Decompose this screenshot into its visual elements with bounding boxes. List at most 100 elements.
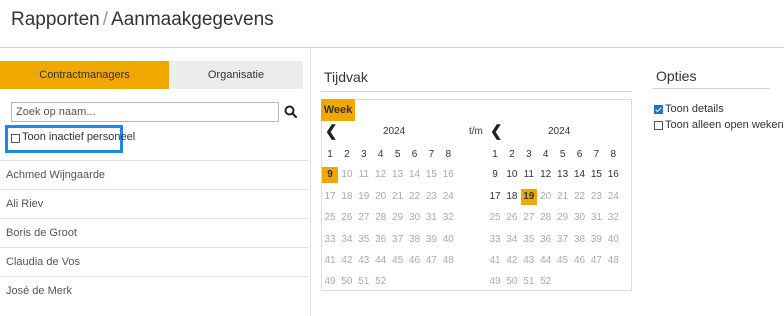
week-to-16[interactable]: 16 xyxy=(605,167,621,183)
week-from-27[interactable]: 27 xyxy=(356,210,372,226)
week-to-15[interactable]: 15 xyxy=(588,167,604,183)
week-to-9[interactable]: 9 xyxy=(487,167,503,183)
week-from-50[interactable]: 50 xyxy=(339,274,355,290)
week-to-27[interactable]: 27 xyxy=(521,210,537,226)
week-to-13[interactable]: 13 xyxy=(555,167,571,183)
week-to-24[interactable]: 24 xyxy=(605,189,621,205)
week-from-36[interactable]: 36 xyxy=(373,232,389,248)
week-to-40[interactable]: 40 xyxy=(605,232,621,248)
week-from-15[interactable]: 15 xyxy=(423,167,439,183)
week-from-32[interactable]: 32 xyxy=(440,210,456,226)
week-to-42[interactable]: 42 xyxy=(504,253,520,269)
week-to-36[interactable]: 36 xyxy=(538,232,554,248)
open-weeks-label[interactable]: Toon alleen open weken xyxy=(665,119,784,131)
week-from-21[interactable]: 21 xyxy=(390,189,406,205)
week-from-20[interactable]: 20 xyxy=(373,189,389,205)
week-from-16[interactable]: 16 xyxy=(440,167,456,183)
week-to-44[interactable]: 44 xyxy=(538,253,554,269)
week-from-31[interactable]: 31 xyxy=(423,210,439,226)
list-item[interactable]: José de Merk xyxy=(0,276,309,305)
week-from-49[interactable]: 49 xyxy=(322,274,338,290)
week-from-42[interactable]: 42 xyxy=(339,253,355,269)
week-from-44[interactable]: 44 xyxy=(373,253,389,269)
week-from-35[interactable]: 35 xyxy=(356,232,372,248)
week-to-48[interactable]: 48 xyxy=(605,253,621,269)
week-to-25[interactable]: 25 xyxy=(487,210,503,226)
week-to-19[interactable]: 19 xyxy=(520,189,537,205)
week-from-24[interactable]: 24 xyxy=(440,189,456,205)
week-from-52[interactable]: 52 xyxy=(373,274,389,290)
week-to-11[interactable]: 11 xyxy=(521,167,537,183)
week-from-37[interactable]: 37 xyxy=(390,232,406,248)
week-from-4[interactable]: 4 xyxy=(373,147,389,163)
week-to-22[interactable]: 22 xyxy=(572,189,588,205)
week-from-5[interactable]: 5 xyxy=(390,147,406,163)
week-to-4[interactable]: 4 xyxy=(538,147,554,163)
week-to-14[interactable]: 14 xyxy=(572,167,588,183)
week-from-3[interactable]: 3 xyxy=(356,147,372,163)
week-from-10[interactable]: 10 xyxy=(339,167,355,183)
week-from-45[interactable]: 45 xyxy=(390,253,406,269)
week-to-32[interactable]: 32 xyxy=(605,210,621,226)
week-to-7[interactable]: 7 xyxy=(588,147,604,163)
week-from-8[interactable]: 8 xyxy=(440,147,456,163)
list-item[interactable]: Boris de Groot xyxy=(0,218,309,247)
week-to-5[interactable]: 5 xyxy=(555,147,571,163)
week-from-29[interactable]: 29 xyxy=(390,210,406,226)
week-to-18[interactable]: 18 xyxy=(504,189,520,205)
search-icon[interactable] xyxy=(283,104,299,120)
week-to-10[interactable]: 10 xyxy=(504,167,520,183)
week-to-45[interactable]: 45 xyxy=(555,253,571,269)
week-to-6[interactable]: 6 xyxy=(572,147,588,163)
week-to-17[interactable]: 17 xyxy=(487,189,503,205)
week-from-39[interactable]: 39 xyxy=(423,232,439,248)
week-from-38[interactable]: 38 xyxy=(407,232,423,248)
week-from-18[interactable]: 18 xyxy=(339,189,355,205)
week-from-47[interactable]: 47 xyxy=(423,253,439,269)
week-to-28[interactable]: 28 xyxy=(538,210,554,226)
week-to-33[interactable]: 33 xyxy=(487,232,503,248)
week-to-21[interactable]: 21 xyxy=(555,189,571,205)
inactive-staff-label[interactable]: Toon inactief personeel xyxy=(22,131,135,143)
week-from-43[interactable]: 43 xyxy=(356,253,372,269)
week-from-23[interactable]: 23 xyxy=(423,189,439,205)
week-to-52[interactable]: 52 xyxy=(538,274,554,290)
week-mode-button[interactable]: Week xyxy=(321,99,355,121)
week-to-49[interactable]: 49 xyxy=(487,274,503,290)
week-from-41[interactable]: 41 xyxy=(322,253,338,269)
list-item[interactable]: Achmed Wijngaarde xyxy=(0,160,309,189)
week-to-8[interactable]: 8 xyxy=(605,147,621,163)
week-to-12[interactable]: 12 xyxy=(538,167,554,183)
list-item[interactable]: Ali Riev xyxy=(0,189,309,218)
week-from-13[interactable]: 13 xyxy=(390,167,406,183)
week-to-3[interactable]: 3 xyxy=(521,147,537,163)
week-to-30[interactable]: 30 xyxy=(572,210,588,226)
week-from-34[interactable]: 34 xyxy=(339,232,355,248)
tab-organisatie[interactable]: Organisatie xyxy=(169,61,303,89)
week-from-2[interactable]: 2 xyxy=(339,147,355,163)
chevron-left-icon[interactable]: ❮ xyxy=(490,124,503,139)
list-item[interactable]: Claudia de Vos xyxy=(0,247,309,276)
week-to-35[interactable]: 35 xyxy=(521,232,537,248)
open-weeks-checkbox[interactable] xyxy=(654,121,663,130)
week-from-9[interactable]: 9 xyxy=(322,167,338,183)
week-from-6[interactable]: 6 xyxy=(407,147,423,163)
week-from-19[interactable]: 19 xyxy=(356,189,372,205)
week-from-46[interactable]: 46 xyxy=(407,253,423,269)
week-to-46[interactable]: 46 xyxy=(572,253,588,269)
week-from-51[interactable]: 51 xyxy=(356,274,372,290)
week-to-43[interactable]: 43 xyxy=(521,253,537,269)
inactive-staff-checkbox[interactable] xyxy=(11,134,20,143)
search-input[interactable] xyxy=(11,102,279,122)
week-from-25[interactable]: 25 xyxy=(322,210,338,226)
week-from-11[interactable]: 11 xyxy=(356,167,372,183)
week-to-29[interactable]: 29 xyxy=(555,210,571,226)
week-to-50[interactable]: 50 xyxy=(504,274,520,290)
chevron-left-icon[interactable]: ❮ xyxy=(325,124,338,139)
week-to-51[interactable]: 51 xyxy=(521,274,537,290)
week-to-20[interactable]: 20 xyxy=(538,189,554,205)
week-from-30[interactable]: 30 xyxy=(407,210,423,226)
week-from-17[interactable]: 17 xyxy=(322,189,338,205)
week-from-26[interactable]: 26 xyxy=(339,210,355,226)
week-from-33[interactable]: 33 xyxy=(322,232,338,248)
